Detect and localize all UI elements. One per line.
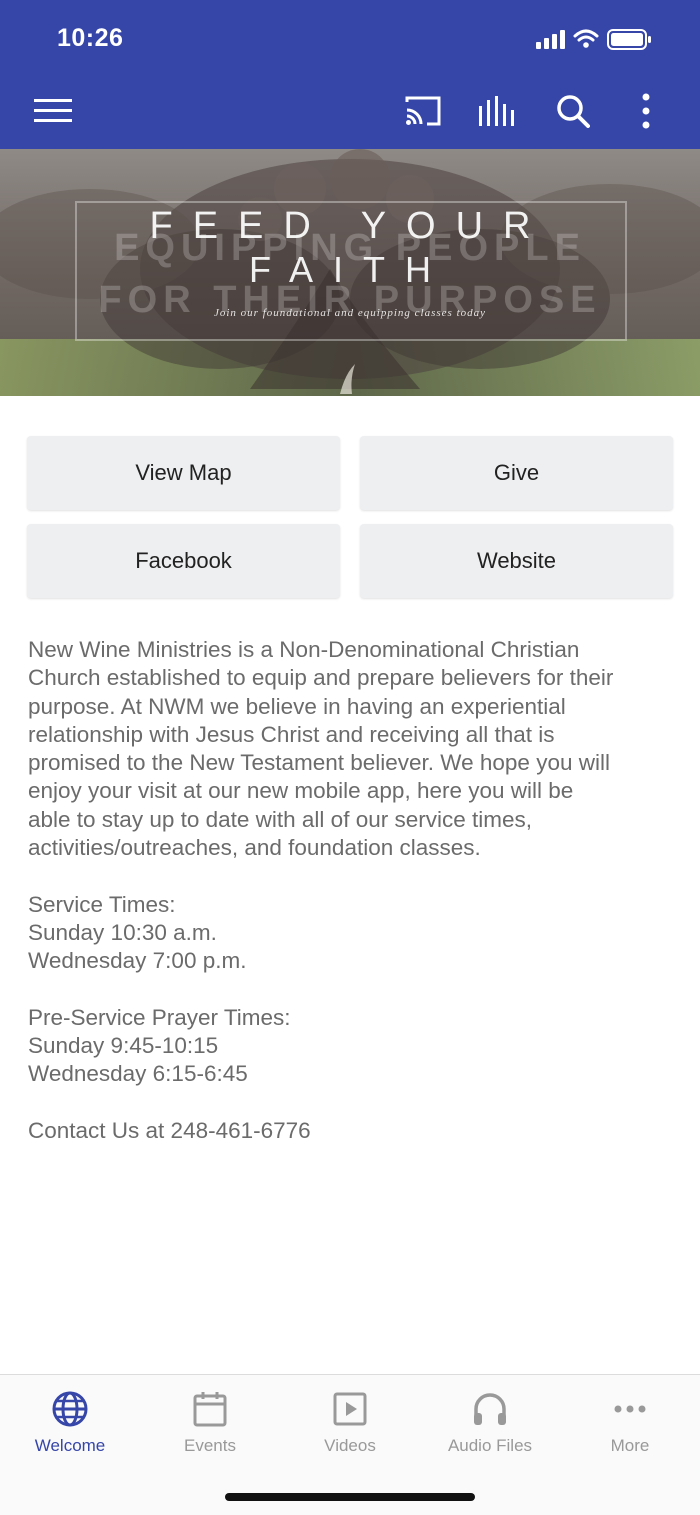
top-bar: 10:26 (0, 0, 700, 149)
home-indicator (225, 1493, 475, 1501)
tab-more[interactable]: More (560, 1375, 700, 1465)
view-map-button[interactable]: View Map (27, 436, 340, 510)
more-horizontal-icon (614, 1405, 646, 1413)
status-icons (536, 26, 676, 54)
audio-bars-icon[interactable] (470, 80, 526, 142)
banner-title-line2: FAITH (248, 249, 451, 290)
website-button[interactable]: Website (360, 524, 673, 598)
tab-audio-files-label: Audio Files (447, 1436, 533, 1455)
banner-subtitle: Join our foundational and equipping clas… (213, 307, 487, 319)
headphones-icon (474, 1393, 506, 1425)
more-vertical-icon[interactable] (618, 80, 674, 142)
tab-welcome-label: Welcome (34, 1436, 106, 1455)
tab-events-label: Events (184, 1436, 236, 1455)
tab-videos-label: Videos (324, 1436, 376, 1455)
contact-text: Contact Us at 248-461-6776 (28, 1118, 311, 1144)
tab-videos[interactable]: Videos (280, 1375, 420, 1465)
tab-audio-files[interactable]: Audio Files (420, 1375, 560, 1465)
cast-icon[interactable] (395, 80, 451, 142)
hero-banner[interactable]: EQUIPPING PEOPLE FOR THEIR PURPOSE FEED … (0, 149, 700, 396)
calendar-icon (193, 1392, 227, 1427)
banner-title-line1: FEED YOUR (149, 205, 551, 247)
video-play-icon (333, 1392, 367, 1426)
tab-more-label: More (610, 1436, 650, 1455)
status-time: 10:26 (57, 24, 124, 52)
globe-icon (52, 1391, 88, 1427)
signal-wifi-battery-icon (536, 29, 651, 50)
search-icon[interactable] (545, 80, 601, 142)
prayer-times-text: Pre-Service Prayer Times: Sunday 9:45-10… (28, 1004, 291, 1087)
intro-text: New Wine Ministries is a Non-Denominatio… (28, 637, 614, 861)
facebook-button[interactable]: Facebook (27, 524, 340, 598)
service-times-text: Service Times: Sunday 10:30 a.m. Wednesd… (28, 891, 247, 974)
tab-events[interactable]: Events (140, 1375, 280, 1465)
app-bar (0, 80, 700, 149)
menu-icon[interactable] (25, 80, 81, 142)
give-button[interactable]: Give (360, 436, 673, 510)
welcome-content: New Wine Ministries is a Non-Denominatio… (28, 636, 678, 1145)
tab-welcome[interactable]: Welcome (0, 1375, 140, 1465)
